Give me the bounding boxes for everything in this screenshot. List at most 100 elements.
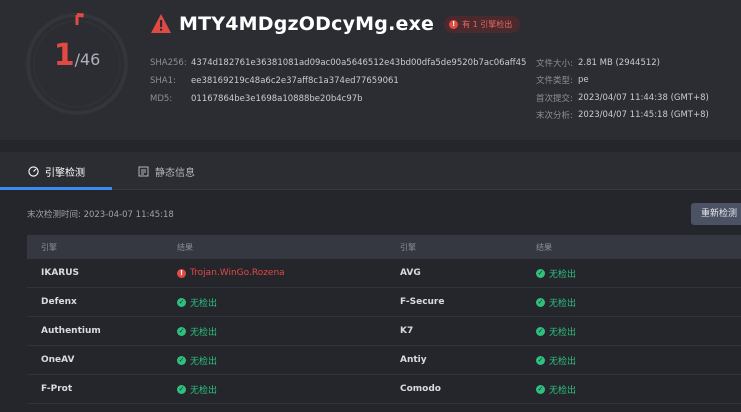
title-row: MTY4MDgzODcyMg.exe ! 有 1 引擎检出 [150,13,521,35]
engine-result: ✓ 无检出 [522,267,576,280]
md5-value[interactable]: 01167864be3e1698a10888be20b4c97b [191,94,363,104]
alert-icon: ! [177,268,186,278]
result-label: 无检出 [549,385,577,396]
check-circle-icon: ✓ [536,297,545,307]
result-clean: ✓ 无检出 [177,383,386,396]
engine-name: IKARUS [41,268,80,278]
total-engines: /46 [74,50,101,69]
result-clean: ✓ 无检出 [177,296,386,309]
check-circle-icon: ✓ [177,384,186,394]
check-circle-icon: ✓ [536,355,545,365]
result-clean: ✓ 无检出 [536,325,576,338]
engine-result: ✓ 无检出 [163,325,386,338]
first-submit-row: 首次提交: 2023/04/07 11:44:38 (GMT+8) [536,89,709,107]
result-label: 无检出 [549,298,577,309]
engine-name: Authentium [41,326,101,336]
last-analysis-value: 2023/04/07 11:45:18 (GMT+8) [578,110,709,121]
last-analysis-label: 末次分析: [536,111,573,122]
table-row: IKARUS! Trojan.WinGo.Rozena AVG ✓ 无检出 [27,259,741,288]
result-label: 无检出 [549,356,577,367]
table-body: IKARUS! Trojan.WinGo.Rozena AVG ✓ 无检出 Defenx ✓… [27,259,741,404]
result-clean: ✓ 无检出 [536,383,576,396]
active-tab-indicator [0,187,112,190]
file-size-label: 文件大小: [536,58,573,69]
engine-name: F-Prot [41,384,73,394]
sha256-label: SHA256: [150,58,187,68]
check-circle-icon: ✓ [536,326,545,336]
file-meta: 文件大小: 2.81 MB (2944512) 文件类型: pe 首次提交: 2… [536,54,709,124]
table-row: Defenx ✓ 无检出 F-Secure ✓ 无检出 [27,288,741,317]
header-engine-1: 引擎 [41,242,57,252]
file-size-row: 文件大小: 2.81 MB (2944512) [536,54,709,72]
engine-name: K7 [400,326,414,336]
engine-result: ✓ 无检出 [163,354,386,367]
result-clean: ✓ 无检出 [177,325,386,338]
header-result-1: 结果 [177,242,193,252]
tab-static-info[interactable]: 静态信息 [138,152,195,190]
result-clean: ✓ 无检出 [177,354,386,367]
md5-row: MD5: 01167864be3e1698a10888be20b4c97b [150,90,526,108]
file-type-value: pe [578,75,589,86]
engine-result: ! Trojan.WinGo.Rozena [163,268,386,278]
result-label: 无检出 [549,269,577,280]
engine-result: ✓ 无检出 [522,383,576,396]
sha256-row: SHA256: 4374d182761e36381081ad09ac00a564… [150,54,526,72]
table-row: OneAV ✓ 无检出 Antiy ✓ 无检出 [27,346,741,375]
detection-score: 1/46 [25,38,129,73]
detection-badge: ! 有 1 引擎检出 [444,15,521,33]
check-circle-icon: ✓ [177,326,186,336]
rescan-button[interactable]: 重新检测 [691,203,741,225]
result-label: 无检出 [190,327,218,338]
engine-name: Comodo [400,384,441,394]
table-row: F-Prot ✓ 无检出 Comodo ✓ 无检出 [27,375,741,404]
check-circle-icon: ✓ [177,355,186,365]
detection-badge-label: 有 1 引擎检出 [462,19,513,29]
last-detection-time: 末次检测时间: 2023-04-07 11:45:18 [27,210,174,220]
header-result-2: 结果 [536,242,552,252]
table-row: Authentium ✓ 无检出 K7 ✓ 无检出 [27,317,741,346]
result-label: Trojan.WinGo.Rozena [190,268,285,278]
file-summary-header: 1/46 MTY4MDgzODcyMg.exe ! 有 1 引擎检出 SHA25… [0,0,741,140]
engine-name: OneAV [41,355,75,365]
engine-result: ✓ 无检出 [163,296,386,309]
md5-label: MD5: [150,94,173,104]
sha256-value[interactable]: 4374d182761e36381081ad09ac00a5646512e43b… [191,58,526,68]
table-header: 引擎 结果 引擎 结果 [27,235,741,259]
tab-engine-detection-label: 引擎检测 [45,167,85,179]
header-engine-2: 引擎 [400,242,416,252]
file-size-value: 2.81 MB (2944512) [578,57,660,68]
first-submit-label: 首次提交: [536,93,573,104]
check-circle-icon: ✓ [536,384,545,394]
engine-result: ✓ 无检出 [522,296,576,309]
engine-result: ✓ 无检出 [522,325,576,338]
tab-static-info-label: 静态信息 [155,167,195,179]
sha1-value[interactable]: ee38169219c48a6c2e37aff8c1a374ed77659061 [191,76,399,86]
engine-name: Antiy [400,355,427,365]
tab-bar: 引擎检测 静态信息 [0,152,741,190]
detected-count: 1 [53,38,75,73]
engine-results-table: 引擎 结果 引擎 结果 IKARUS! Trojan.WinGo.Rozena AV… [27,235,741,404]
last-analysis-row: 末次分析: 2023/04/07 11:45:18 (GMT+8) [536,107,709,125]
engine-result: ✓ 无检出 [522,354,576,367]
result-label: 无检出 [549,327,577,338]
engine-name: AVG [400,268,421,278]
result-clean: ✓ 无检出 [536,296,576,309]
file-type-label: 文件类型: [536,76,573,87]
file-type-row: 文件类型: pe [536,72,709,90]
file-name: MTY4MDgzODcyMg.exe [179,13,435,35]
check-circle-icon: ✓ [536,268,545,278]
sha1-row: SHA1: ee38169219c48a6c2e37aff8c1a374ed77… [150,72,526,90]
alert-icon: ! [449,19,459,29]
result-clean: ✓ 无检出 [536,354,576,367]
gauge-icon [28,165,39,177]
result-label: 无检出 [190,356,218,367]
result-clean: ✓ 无检出 [536,267,576,280]
result-label: 无检出 [190,298,218,309]
warning-icon [151,14,171,33]
first-submit-value: 2023/04/07 11:44:38 (GMT+8) [578,92,709,103]
hash-list: SHA256: 4374d182761e36381081ad09ac00a564… [150,54,526,108]
engine-name: Defenx [41,297,77,307]
result-mal: ! Trojan.WinGo.Rozena [177,268,386,278]
sha1-label: SHA1: [150,76,176,86]
tab-engine-detection[interactable]: 引擎检测 [28,152,85,190]
